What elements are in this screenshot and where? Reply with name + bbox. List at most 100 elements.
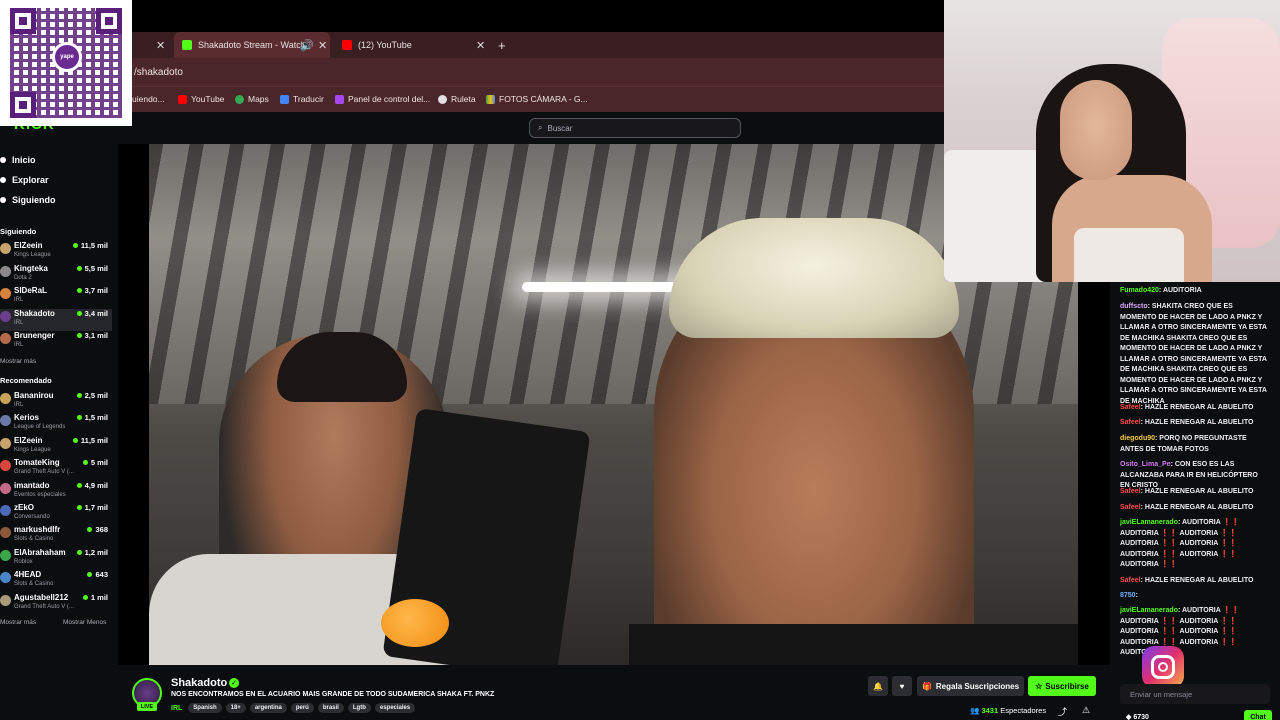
- webcam-overlay: [944, 0, 1280, 282]
- tab-youtube[interactable]: (12) YouTube ✕: [338, 32, 488, 58]
- video-player[interactable]: [149, 144, 1078, 665]
- chat-input-placeholder: Enviar un mensaje: [1130, 689, 1193, 699]
- tag-chip[interactable]: argentina: [249, 703, 287, 713]
- home-icon: [0, 157, 6, 163]
- address-bar[interactable]: /shakadoto: [132, 58, 944, 86]
- tab-kick[interactable]: Shakadoto Stream - Watch 🔊 ✕: [174, 32, 330, 58]
- chat-text: HAZLE RENEGAR AL ABUELITO: [1144, 504, 1254, 511]
- close-icon[interactable]: ✕: [476, 39, 485, 52]
- live-dot-icon: [76, 482, 82, 488]
- channel-row[interactable]: markushdlfr Slots & Casino 368: [0, 525, 112, 547]
- report-icon[interactable]: ⚠: [1082, 705, 1090, 716]
- channel-row[interactable]: Kerios League of Legends 1,5 mil: [0, 413, 112, 435]
- chat-username[interactable]: Safeel: [1120, 488, 1141, 495]
- bookmark-label: Traducir: [293, 94, 324, 104]
- star-icon: ☆: [1035, 681, 1043, 691]
- tag-chip[interactable]: Spanish: [188, 703, 222, 713]
- tag-chip[interactable]: 18+: [225, 703, 246, 713]
- bookmark-item[interactable]: Panel de control del...: [335, 94, 430, 104]
- plus-icon: +: [498, 37, 506, 53]
- channel-row[interactable]: Bananirou IRL 2,5 mil: [0, 391, 112, 413]
- channel-row[interactable]: ElAbrahaham Roblox 1,2 mil: [0, 548, 112, 570]
- channel-row[interactable]: Agustabell212 Grand Theft Auto V (... 1 mi…: [0, 593, 112, 615]
- gift-icon: 🎁: [921, 681, 932, 691]
- bookmark-label: YouTube: [191, 94, 225, 104]
- chat-message: javiELamanerado: AUDITORIA ❗❗ AUDITORIA …: [1120, 606, 1268, 659]
- chat-username[interactable]: Fumado420: [1120, 287, 1159, 294]
- new-tab-button[interactable]: +: [498, 32, 512, 58]
- bookmark-item[interactable]: FOTOS CÁMARA - G...: [486, 94, 588, 104]
- chat-username[interactable]: javiELamanerado: [1120, 607, 1178, 614]
- tab-previous-close[interactable]: ✕: [150, 32, 170, 58]
- channel-name: 4HEAD: [14, 570, 42, 580]
- chat-username[interactable]: Safeel: [1120, 577, 1141, 584]
- subscribe-button[interactable]: ☆ Suscribirse: [1028, 676, 1096, 696]
- channel-viewers: 1,7 mil: [76, 503, 108, 512]
- channel-row[interactable]: Shakadoto IRL 3,4 mil: [0, 308, 112, 331]
- chat-message: duffscto: SHAKITA CREO QUE ES MOMENTO DE…: [1120, 302, 1268, 403]
- chat-username[interactable]: Safeel: [1120, 404, 1141, 411]
- chat-username[interactable]: Osito_Lima_Pe: [1120, 461, 1171, 468]
- nav-item-siguiendo[interactable]: Siguiendo: [0, 195, 56, 205]
- channel-row[interactable]: Kingteka Dota 2 5,5 mil: [0, 264, 112, 286]
- nav-item-inicio[interactable]: Inicio: [0, 155, 36, 165]
- channel-row[interactable]: ElZeein Kings League 11,5 mil: [0, 436, 112, 458]
- tag-chip[interactable]: brasil: [317, 703, 344, 713]
- qr-finder: [10, 92, 36, 118]
- stream-category[interactable]: IRL: [171, 705, 182, 712]
- channel-name: Shakadoto: [14, 308, 55, 318]
- chat-username[interactable]: Safeel: [1120, 419, 1141, 426]
- channel-row[interactable]: 4HEAD Slots & Casino 643: [0, 570, 112, 592]
- chat-username[interactable]: diegodu90: [1120, 435, 1155, 442]
- bookmark-item[interactable]: Ruleta: [438, 94, 476, 104]
- channel-row[interactable]: SIDeRaL IRL 3,7 mil: [0, 286, 112, 308]
- search-input[interactable]: ⌕ Buscar: [529, 118, 741, 138]
- chat-username[interactable]: Safeel: [1120, 504, 1141, 511]
- channel-viewers-value: 3,1 mil: [84, 331, 108, 340]
- channel-row[interactable]: Brunenger IRL 3,1 mil: [0, 331, 112, 353]
- chat-send-button[interactable]: Chat: [1244, 710, 1272, 720]
- chat-message: Safeel: HAZLE RENEGAR AL ABUELITO: [1120, 503, 1268, 514]
- streamer-name[interactable]: Shakadoto: [171, 677, 227, 689]
- channel-category: Grand Theft Auto V (...: [14, 603, 74, 610]
- channel-row[interactable]: zEkO Conversando 1,7 mil: [0, 503, 112, 525]
- close-icon[interactable]: ✕: [318, 39, 327, 52]
- chat-input[interactable]: Enviar un mensaje: [1120, 684, 1270, 704]
- chat-message: Safeel: HAZLE RENEGAR AL ABUELITO: [1120, 403, 1268, 414]
- channel-viewers: 368: [87, 525, 108, 534]
- gift-subs-button[interactable]: 🎁 Regala Suscripciones: [917, 676, 1024, 696]
- channel-viewers: 1 mil: [82, 593, 108, 602]
- show-more-recommended[interactable]: Mostrar más: [0, 619, 36, 626]
- nav-label: Inicio: [12, 155, 36, 165]
- notification-button[interactable]: 🔔: [868, 676, 888, 696]
- live-dot-icon: [72, 437, 78, 443]
- channel-row[interactable]: imantado Eventos especiales 4,9 mil: [0, 481, 112, 503]
- tag-chip[interactable]: Lgtb: [347, 703, 371, 713]
- bookmark-item[interactable]: YouTube: [178, 94, 224, 104]
- bookmark-label: FOTOS CÁMARA - G...: [499, 94, 588, 104]
- channel-name: ElAbrahaham: [14, 547, 66, 557]
- chat-username[interactable]: 8750: [1120, 592, 1136, 599]
- chat-username[interactable]: javiELamanerado: [1120, 519, 1178, 526]
- tag-chip[interactable]: especiales: [374, 703, 416, 713]
- bookmark-item[interactable]: Maps: [235, 94, 269, 104]
- share-icon[interactable]: ⤴: [1058, 705, 1067, 718]
- channel-avatar: [0, 527, 11, 539]
- close-icon[interactable]: ✕: [156, 39, 165, 52]
- show-less-recommended[interactable]: Mostrar Menos: [63, 619, 106, 626]
- speaker-icon[interactable]: 🔊: [300, 39, 314, 52]
- channel-avatar: [0, 549, 11, 561]
- channel-category: Kings League: [14, 252, 51, 258]
- nav-item-explorar[interactable]: Explorar: [0, 175, 49, 185]
- chat-username[interactable]: duffscto: [1120, 303, 1148, 310]
- bookmark-item[interactable]: uiendo...: [132, 94, 165, 104]
- show-more-following[interactable]: Mostrar más: [0, 358, 36, 365]
- channel-row[interactable]: ElZeein Kings League 11,5 mil: [0, 241, 112, 263]
- chat-message: Safeel: HAZLE RENEGAR AL ABUELITO: [1120, 487, 1268, 498]
- drive-icon: [486, 94, 495, 104]
- bookmark-item[interactable]: Traducir: [280, 94, 324, 104]
- channel-row[interactable]: TomateKing Grand Theft Auto V (... 5 mil: [0, 458, 112, 480]
- follow-button[interactable]: ♥: [892, 676, 912, 696]
- tag-chip[interactable]: perú: [290, 703, 314, 713]
- live-dot-icon: [82, 460, 88, 466]
